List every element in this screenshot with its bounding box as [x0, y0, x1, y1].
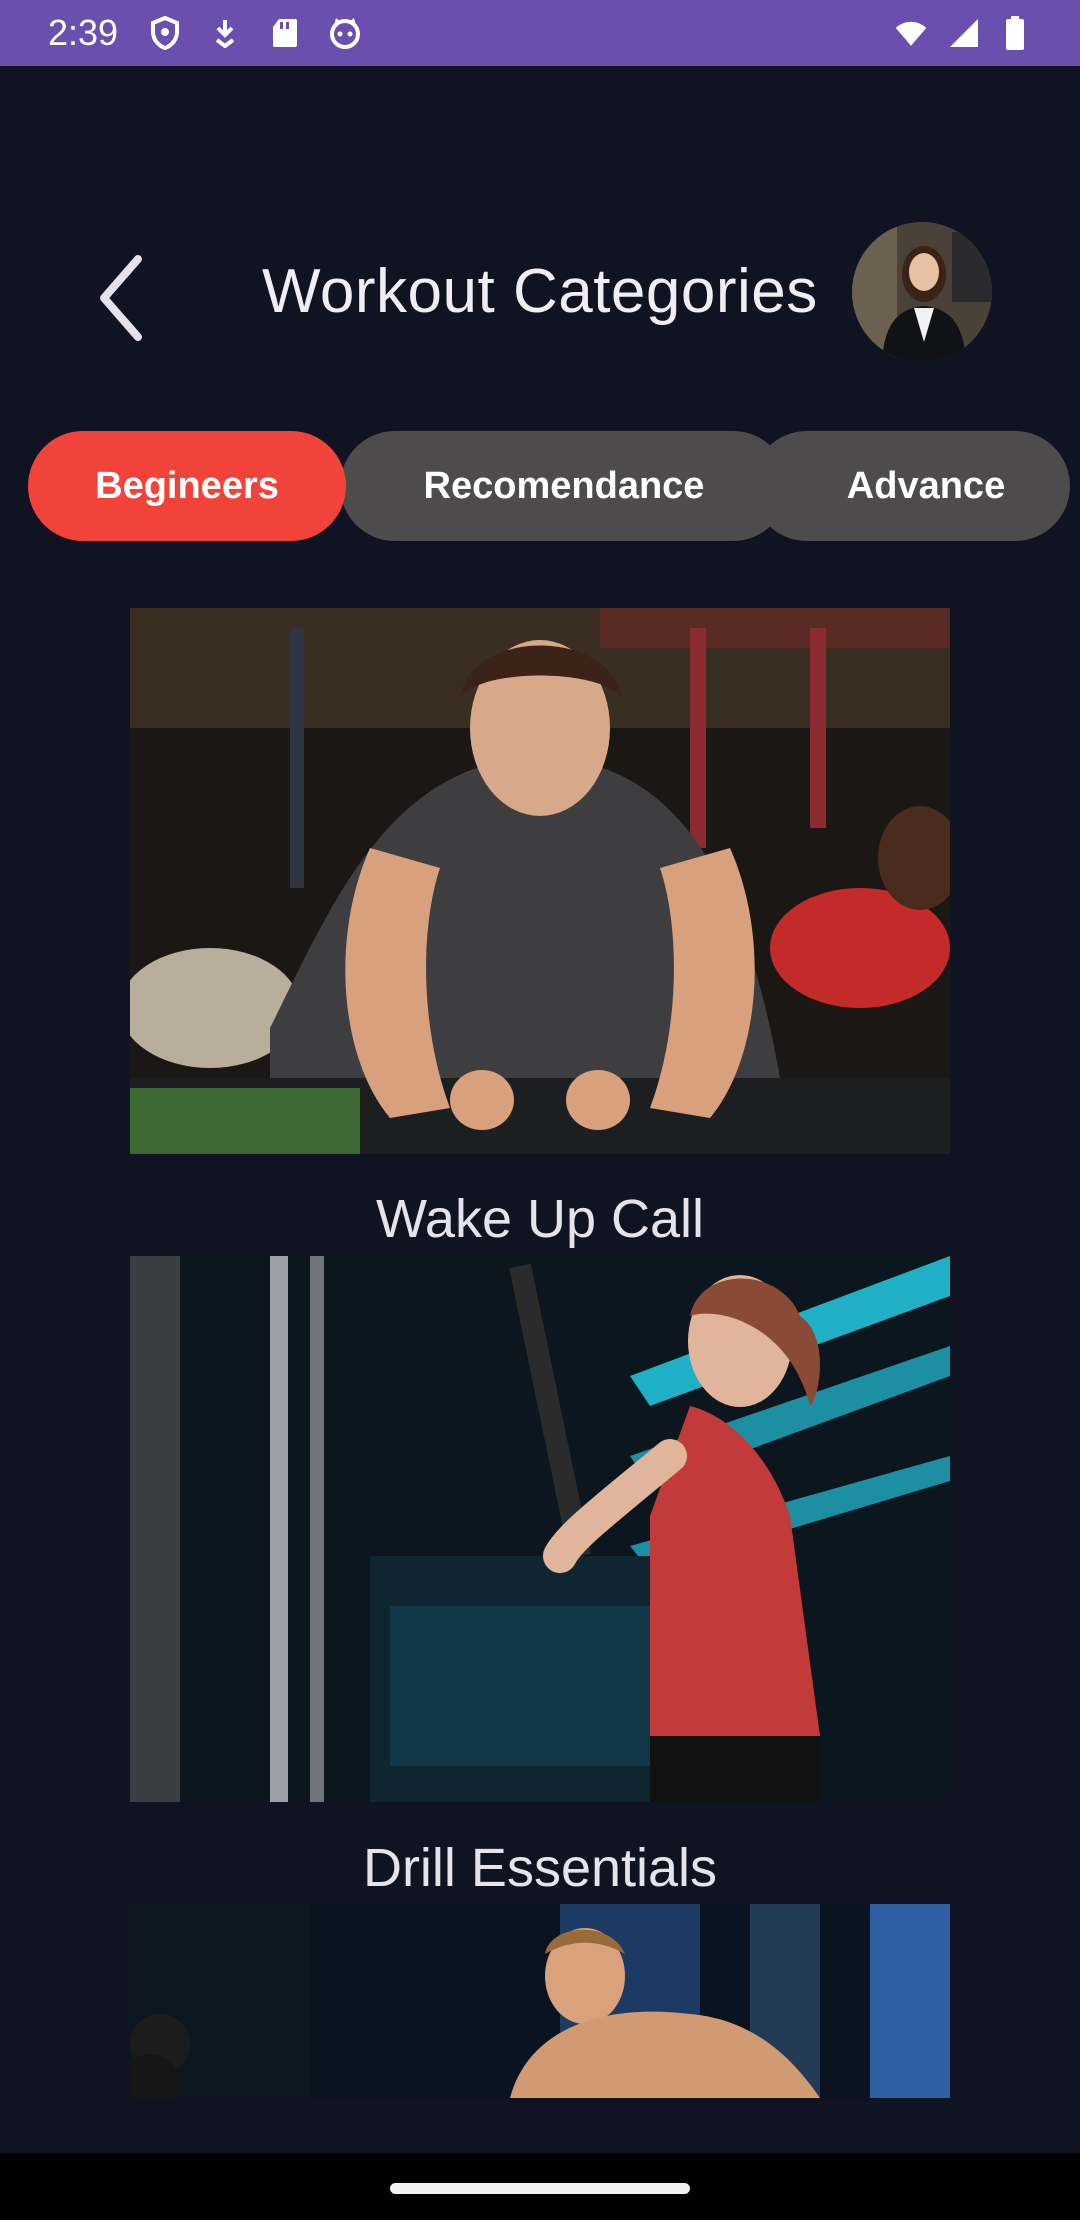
status-bar: 2:39 [0, 0, 1080, 66]
header: Workout Categories [0, 200, 1080, 390]
workout-title: Wake Up Call [375, 1189, 705, 1249]
workout-title: Drill Essentials [362, 1838, 718, 1898]
status-icons-left [148, 16, 362, 50]
cat-icon [328, 16, 362, 50]
status-time: 2:39 [48, 12, 119, 53]
status-icons-right [894, 16, 1032, 50]
cable-workout-photo [130, 1256, 950, 1802]
profile-avatar-image [852, 222, 992, 362]
shield-icon [148, 16, 182, 50]
shirtless-workout-photo [130, 1904, 950, 2098]
signal-icon [946, 16, 980, 50]
home-indicator[interactable] [390, 2183, 690, 2194]
wifi-icon [894, 16, 928, 50]
category-tabs: Begineers Recomendance Advance [28, 431, 1070, 541]
sd-card-icon [268, 16, 302, 50]
tab-begineers[interactable]: Begineers [28, 431, 346, 541]
tab-recomendance[interactable]: Recomendance [340, 431, 788, 541]
back-button[interactable] [80, 248, 160, 348]
page-title: Workout Categories [262, 257, 818, 326]
tab-advance[interactable]: Advance [752, 431, 1070, 541]
workout-card-image[interactable] [130, 1904, 950, 2098]
chevron-left-icon [100, 255, 142, 341]
plank-workout-photo [130, 608, 950, 1154]
workout-card-image[interactable] [130, 1256, 950, 1802]
avatar[interactable] [852, 222, 992, 362]
workout-card-image[interactable] [130, 608, 950, 1154]
download-icon [208, 16, 242, 50]
battery-icon [998, 16, 1032, 50]
